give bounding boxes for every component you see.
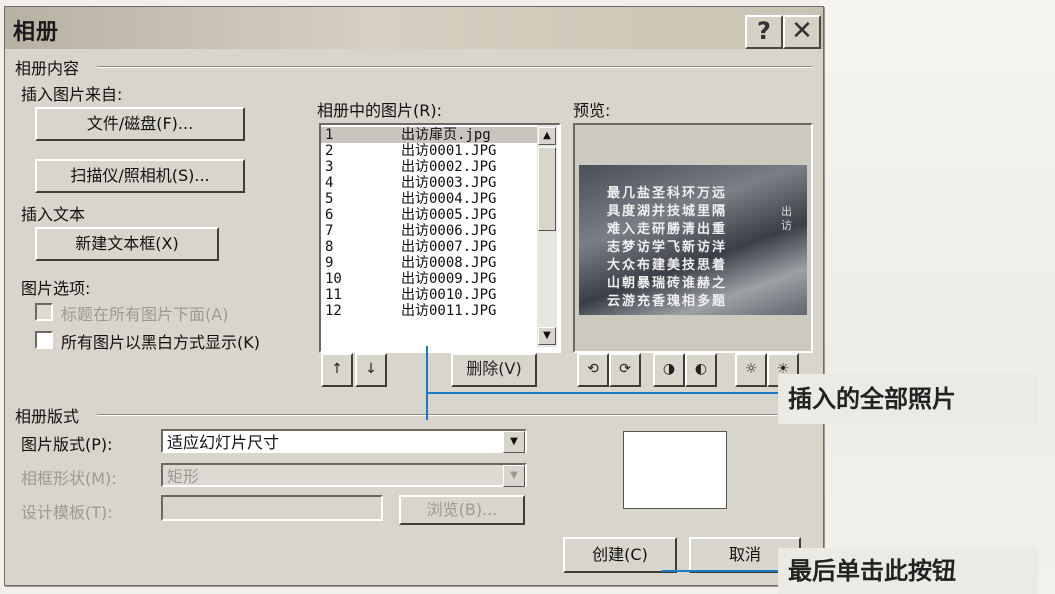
preview-label: 预览: <box>573 101 611 120</box>
design-template-label: 设计模板(T): <box>21 503 113 522</box>
brightness-up-icon[interactable]: ☼ <box>735 353 767 387</box>
picture-options-label: 图片选项: <box>21 279 91 298</box>
callout-line <box>426 346 428 420</box>
list-item[interactable]: 12 出访0011.JPG <box>321 303 537 319</box>
preview-pane: 最几盐圣科环万远 具度湖并技城里隔 难入走研勝清出重 志梦访学飞新访洋 大众布建… <box>573 123 813 353</box>
list-item[interactable]: 5 出访0004.JPG <box>321 191 537 207</box>
scroll-down-icon[interactable]: ▼ <box>538 327 556 345</box>
album-pictures-list[interactable]: 1 出访扉页.jpg 2 出访0001.JPG 3 出访0002.JPG 4 出访000… <box>319 123 561 353</box>
album-layout-group-label: 相册版式 <box>15 407 80 426</box>
new-text-box-button[interactable]: 新建文本框(X) <box>35 227 219 261</box>
captions-below-checkbox[interactable] <box>35 303 53 321</box>
contrast-down-icon[interactable]: ◐ <box>685 353 717 387</box>
callout-all-photos: 插入的全部照片 <box>778 374 1038 424</box>
list-item[interactable]: 4 出访0003.JPG <box>321 175 537 191</box>
list-item[interactable]: 9 出访0008.JPG <box>321 255 537 271</box>
group-divider <box>97 414 813 416</box>
scroll-up-icon[interactable]: ▲ <box>538 127 556 145</box>
callout-line <box>662 570 786 572</box>
up-arrow-icon[interactable]: ↑ <box>321 353 353 387</box>
down-arrow-icon[interactable]: ↓ <box>355 353 387 387</box>
captions-below-label: 标题在所有图片下面(A) <box>61 305 229 324</box>
callout-line <box>426 392 786 394</box>
list-item[interactable]: 3 出访0002.JPG <box>321 159 537 175</box>
chevron-down-icon[interactable]: ▼ <box>503 431 525 453</box>
page-background <box>820 0 1055 594</box>
insert-text-label: 插入文本 <box>21 205 86 224</box>
callout-click-button: 最后单击此按钮 <box>778 548 1038 594</box>
list-item[interactable]: 10 出访0009.JPG <box>321 271 537 287</box>
list-item[interactable]: 2 出访0001.JPG <box>321 143 537 159</box>
list-item[interactable]: 7 出访0006.JPG <box>321 223 537 239</box>
list-item[interactable]: 6 出访0005.JPG <box>321 207 537 223</box>
rotate-left-icon[interactable]: ⟲ <box>577 353 609 387</box>
browse-button[interactable]: 浏览(B)... <box>399 495 525 525</box>
insert-from-label: 插入图片来自: <box>21 85 123 104</box>
black-white-checkbox[interactable] <box>35 331 53 349</box>
window-title: 相册 <box>13 20 60 45</box>
delete-button[interactable]: 删除(V) <box>451 353 537 387</box>
list-item[interactable]: 11 出访0010.JPG <box>321 287 537 303</box>
picture-layout-select[interactable]: 适应幻灯片尺寸 ▼ <box>161 429 527 453</box>
close-icon[interactable]: ✕ <box>783 15 821 49</box>
list-scrollbar[interactable]: ▲ ▼ <box>537 125 557 347</box>
list-item[interactable]: 1 出访扉页.jpg <box>321 127 537 143</box>
title-bar: 相册 ? ✕ <box>5 7 823 49</box>
frame-shape-select[interactable]: 矩形 ▼ <box>161 463 527 487</box>
scroll-thumb[interactable] <box>538 147 556 231</box>
slide-side-text: 出访 <box>781 205 792 232</box>
photo-album-dialog: 相册 ? ✕ 相册内容 插入图片来自: 文件/磁盘(F)... 扫描仪/照相机(… <box>4 6 824 586</box>
picture-layout-label: 图片版式(P): <box>21 435 113 454</box>
list-item[interactable]: 8 出访0007.JPG <box>321 239 537 255</box>
scanner-camera-button[interactable]: 扫描仪/照相机(S)... <box>35 159 245 193</box>
file-disk-button[interactable]: 文件/磁盘(F)... <box>35 107 245 141</box>
chevron-down-icon[interactable]: ▼ <box>503 465 525 487</box>
layout-preview-box <box>623 431 727 509</box>
album-pictures-label: 相册中的图片(R): <box>317 101 442 120</box>
contrast-up-icon[interactable]: ◑ <box>653 353 685 387</box>
black-white-label: 所有图片以黑白方式显示(K) <box>61 333 260 352</box>
help-icon[interactable]: ? <box>745 15 783 49</box>
frame-shape-label: 相框形状(M): <box>21 469 117 488</box>
create-button[interactable]: 创建(C) <box>563 537 677 573</box>
rotate-right-icon[interactable]: ⟳ <box>609 353 641 387</box>
design-template-field[interactable] <box>161 495 383 521</box>
group-divider <box>97 66 813 68</box>
album-content-group-label: 相册内容 <box>15 59 80 78</box>
preview-slide-image: 最几盐圣科环万远 具度湖并技城里隔 难入走研勝清出重 志梦访学飞新访洋 大众布建… <box>579 165 807 315</box>
slide-poem-text: 最几盐圣科环万远 具度湖并技城里隔 难入走研勝清出重 志梦访学飞新访洋 大众布建… <box>607 186 728 309</box>
